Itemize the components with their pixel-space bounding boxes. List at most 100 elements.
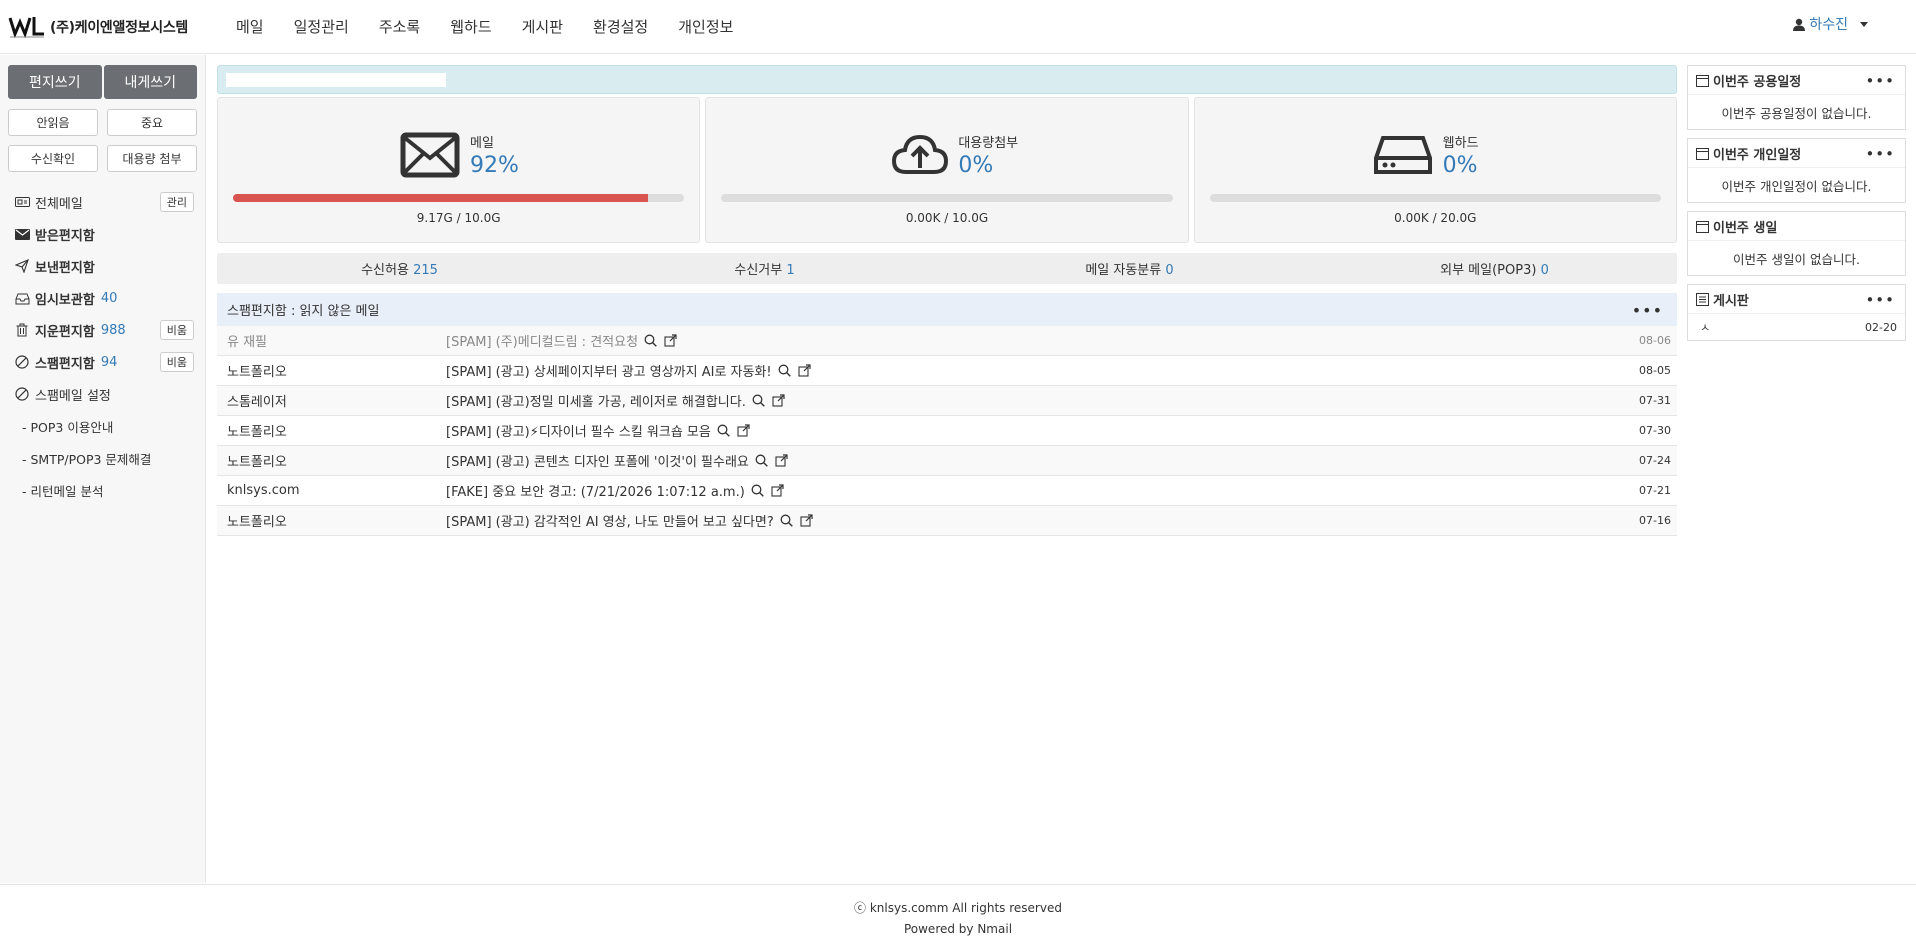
external-mail-link[interactable]: 외부 메일(POP3) 0 [1312, 259, 1677, 278]
folder-label: 지운편지함 [35, 324, 95, 340]
menu-board[interactable]: 게시판 [522, 16, 563, 37]
mail-sender[interactable]: 노트폴리오 [217, 511, 446, 530]
menu-settings[interactable]: 환경설정 [593, 16, 648, 37]
folder-label: 받은편지함 [35, 228, 95, 244]
mail-row[interactable]: 스톰레이저 [SPAM] (광고)정밀 미세홀 가공, 레이저로 해결합니다. 07… [217, 386, 1677, 416]
open-in-new-window-icon[interactable] [798, 363, 812, 378]
hard-drive-icon [1373, 136, 1432, 174]
return-mail-analysis-link[interactable]: - 리턴메일 분석 [0, 474, 205, 506]
more-options-icon[interactable]: ••• [1865, 145, 1895, 163]
folder-drafts[interactable]: 임시보관함 40 [0, 282, 205, 314]
mail-subject[interactable]: [SPAM] (광고)정밀 미세홀 가공, 레이저로 해결합니다. [446, 391, 746, 410]
mail-filter-summary: 수신허용 215 수신거부 1 메일 자동분류 0 외부 메일(POP3) 0 [217, 253, 1677, 284]
paper-plane-icon [14, 258, 30, 274]
folder-sent[interactable]: 보낸편지함 [0, 250, 205, 282]
board-post-item[interactable]: ㅅ 02-20 [1688, 314, 1905, 340]
mail-subject[interactable]: [SPAM] (광고) 상세페이지부터 광고 영상까지 AI로 자동화! [446, 361, 772, 380]
webhard-usage-card[interactable]: 웹하드 0% 0.00K / 20.0G [1193, 97, 1677, 243]
mail-usage-card[interactable]: 메일 92% 9.17G / 10.0G [217, 97, 701, 243]
more-options-icon[interactable]: ••• [1865, 291, 1895, 309]
mail-row[interactable]: 노트폴리오 [SPAM] (광고)⚡디자이너 필수 스킬 워크숍 모음 07-30 [217, 416, 1677, 446]
search-icon[interactable] [778, 364, 792, 378]
more-options-icon[interactable]: ••• [1632, 301, 1663, 320]
read-receipt-button[interactable]: 수신확인 [8, 145, 98, 172]
mail-sender[interactable]: 유 재필 [217, 331, 446, 350]
left-sidebar: 편지쓰기 내게쓰기 안읽음 중요 수신확인 대용량 첨부 전체메일 관리 받은편… [0, 55, 206, 883]
large-attachment-usage-card[interactable]: 대용량첨부 0% 0.00K / 10.0G [705, 97, 1189, 243]
mail-sender[interactable]: 노트폴리오 [217, 421, 446, 440]
folder-label: 보낸편지함 [35, 260, 95, 276]
mail-sender[interactable]: knlsys.com [217, 483, 446, 498]
menu-webhard[interactable]: 웹하드 [450, 16, 491, 37]
smtp-pop3-troubleshoot-link[interactable]: - SMTP/POP3 문제해결 [0, 442, 205, 474]
mail-row[interactable]: 노트폴리오 [SPAM] (광고) 상세페이지부터 광고 영상까지 AI로 자동화… [217, 356, 1677, 386]
open-in-new-window-icon[interactable] [771, 483, 785, 498]
folder-inbox[interactable]: 받은편지함 [0, 218, 205, 250]
caret-down-icon [1860, 21, 1868, 27]
search-icon[interactable] [752, 394, 766, 408]
unread-filter-button[interactable]: 안읽음 [8, 109, 98, 136]
allow-list-link[interactable]: 수신허용 215 [217, 259, 582, 278]
open-in-new-window-icon[interactable] [800, 513, 814, 528]
mail-row[interactable]: 노트폴리오 [SPAM] (광고) 감각적인 AI 영상, 나도 만들어 보고 싶… [217, 506, 1677, 536]
menu-mail[interactable]: 메일 [236, 16, 264, 37]
search-icon[interactable] [644, 334, 658, 348]
mail-row[interactable]: 유 재필 [SPAM] (주)메디컬드림 : 견적요청 08-06 [217, 326, 1677, 356]
empty-trash-button[interactable]: 비움 [159, 320, 194, 340]
stat-percent: 0% [1442, 153, 1478, 178]
mail-sender[interactable]: 노트폴리오 [217, 451, 446, 470]
public-schedule-panel: 이번주 공용일정 ••• 이번주 공용일정이 없습니다. [1687, 65, 1906, 130]
copyright-text: ⓒ knlsys.comm All rights reserved [854, 901, 1062, 915]
calendar-icon [1696, 74, 1709, 87]
compose-button[interactable]: 편지쓰기 [8, 65, 102, 99]
block-list-link[interactable]: 수신거부 1 [582, 259, 947, 278]
qitem-count: 0 [1540, 263, 1549, 278]
mail-date: 07-31 [1639, 394, 1671, 407]
mail-subject[interactable]: [FAKE] 중요 보안 경고: (7/21/2026 1:07:12 a.m.… [446, 481, 745, 500]
usage-progress-fill [233, 194, 649, 202]
self-compose-button[interactable]: 내게쓰기 [103, 65, 197, 99]
pop3-guide-link[interactable]: - POP3 이용안내 [0, 410, 205, 442]
mail-subject-cell: [SPAM] (광고) 상세페이지부터 광고 영상까지 AI로 자동화! [446, 361, 1637, 380]
usage-progress-bar [233, 194, 685, 202]
search-icon[interactable] [755, 454, 769, 468]
brand-logo[interactable]: (주)케이엔앨정보시스템 [8, 14, 236, 40]
mail-subject[interactable]: [SPAM] (광고) 콘텐츠 디자인 포폴에 '이것'이 필수래요 [446, 451, 749, 470]
mail-row[interactable]: 노트폴리오 [SPAM] (광고) 콘텐츠 디자인 포폴에 '이것'이 필수래요 0… [217, 446, 1677, 476]
open-in-new-window-icon[interactable] [664, 333, 678, 348]
empty-spam-button[interactable]: 비움 [159, 352, 194, 372]
mail-sender[interactable]: 노트폴리오 [217, 361, 446, 380]
mail-row[interactable]: knlsys.com [FAKE] 중요 보안 경고: (7/21/2026 1:… [217, 476, 1677, 506]
mail-date: 07-24 [1639, 454, 1671, 467]
auto-sort-link[interactable]: 메일 자동분류 0 [947, 259, 1312, 278]
open-in-new-window-icon[interactable] [772, 393, 786, 408]
mail-sender[interactable]: 스톰레이저 [217, 391, 446, 410]
menu-addressbook[interactable]: 주소록 [379, 16, 420, 37]
open-in-new-window-icon[interactable] [737, 423, 751, 438]
cloud-upload-icon [892, 134, 949, 174]
folder-all-mail[interactable]: 전체메일 관리 [0, 186, 205, 218]
menu-schedule[interactable]: 일정관리 [294, 16, 349, 37]
search-icon[interactable] [751, 484, 765, 498]
menu-profile[interactable]: 개인정보 [678, 16, 733, 37]
mail-subject[interactable]: [SPAM] (광고) 감각적인 AI 영상, 나도 만들어 보고 싶다면? [446, 511, 774, 530]
folder-trash[interactable]: 지운편지함 988 비움 [0, 314, 205, 346]
search-icon[interactable] [717, 424, 731, 438]
trash-icon [14, 322, 30, 338]
mail-subject[interactable]: [SPAM] (주)메디컬드림 : 견적요청 [446, 331, 638, 350]
spam-section-title[interactable]: 스팸편지함 [227, 300, 287, 319]
mail-subject[interactable]: [SPAM] (광고)⚡디자이너 필수 스킬 워크숍 모음 [446, 421, 711, 440]
spam-settings-link[interactable]: 스팸메일 설정 [0, 378, 205, 410]
more-options-icon[interactable]: ••• [1865, 72, 1895, 90]
open-in-new-window-icon[interactable] [775, 453, 789, 468]
folder-label: 스팸메일 설정 [35, 388, 111, 404]
spam-section-header: 스팸편지함 : 읽지 않은 메일 ••• [217, 293, 1677, 326]
folder-label: 스팸편지함 [35, 356, 95, 372]
folder-spam[interactable]: 스팸편지함 94 비움 [0, 346, 205, 378]
qitem-label: 메일 자동분류 [1085, 263, 1162, 278]
user-menu[interactable]: 하수진 [1793, 14, 1868, 34]
important-filter-button[interactable]: 중요 [107, 109, 197, 136]
large-attachment-button[interactable]: 대용량 첨부 [107, 145, 197, 172]
manage-folders-button[interactable]: 관리 [159, 192, 194, 212]
search-icon[interactable] [780, 514, 794, 528]
